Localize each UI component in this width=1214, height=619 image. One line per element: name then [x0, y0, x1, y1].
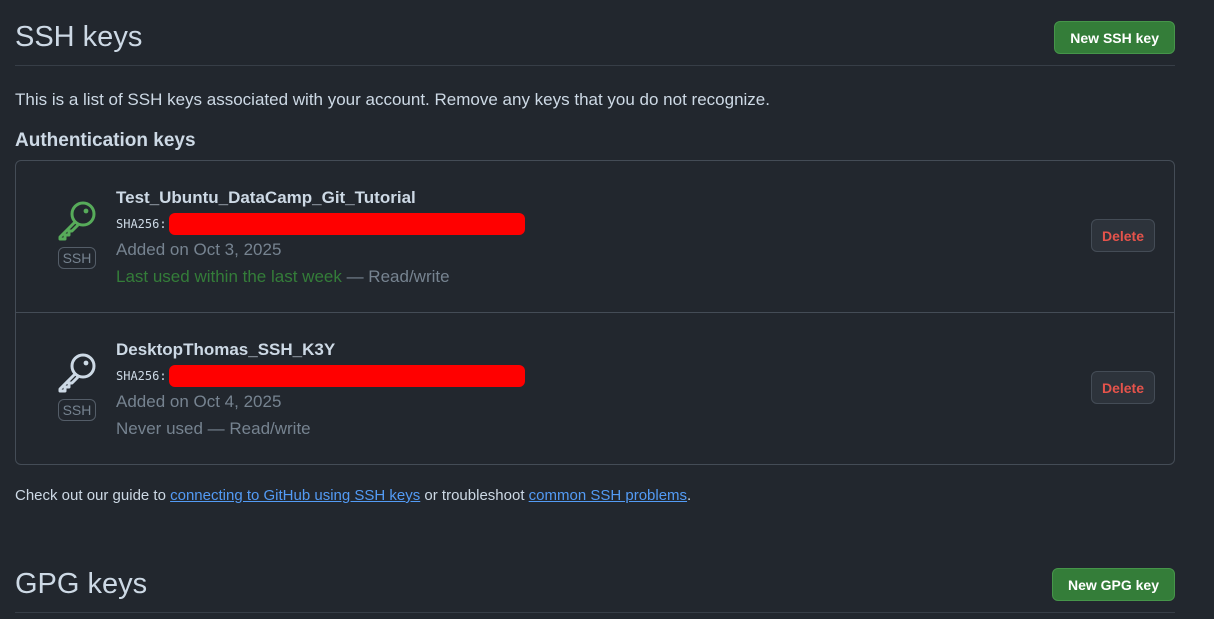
- new-ssh-key-button[interactable]: New SSH key: [1054, 21, 1175, 54]
- key-icon-column: SSH: [54, 351, 100, 421]
- key-title: DesktopThomas_SSH_K3Y: [116, 340, 336, 359]
- key-icon: [56, 351, 98, 393]
- key-last-used: Last used within the last week: [116, 267, 342, 286]
- key-added-date: Added on Oct 3, 2025: [116, 240, 282, 259]
- fingerprint-redaction: [168, 365, 525, 387]
- ssh-guide-text: Check out our guide to connecting to Git…: [15, 487, 691, 504]
- fingerprint-label: SHA256:: [116, 369, 167, 383]
- ssh-key-item: SSH DesktopThomas_SSH_K3Y SHA256: Added …: [16, 312, 1174, 464]
- delete-key-button[interactable]: Delete: [1091, 371, 1155, 404]
- delete-key-button[interactable]: Delete: [1091, 219, 1155, 252]
- key-added-date: Added on Oct 4, 2025: [116, 392, 282, 411]
- ssh-troubleshoot-link[interactable]: common SSH problems: [529, 487, 687, 504]
- ssh-key-list: SSH Test_Ubuntu_DataCamp_Git_Tutorial SH…: [15, 160, 1175, 465]
- key-info: DesktopThomas_SSH_K3Y SHA256: Added on O…: [116, 339, 525, 440]
- key-usage: Never used — Read/write: [116, 418, 525, 440]
- key-access: Never used — Read/write: [116, 419, 311, 438]
- gpg-keys-header: GPG keys New GPG key: [15, 557, 1175, 613]
- key-usage: Last used within the last week — Read/wr…: [116, 266, 525, 288]
- key-icon-column: SSH: [54, 199, 100, 269]
- gpg-keys-title: GPG keys: [15, 568, 148, 600]
- ssh-keys-title: SSH keys: [15, 21, 143, 53]
- guide-suffix: .: [687, 487, 692, 504]
- key-fingerprint: SHA256:: [116, 365, 525, 387]
- fingerprint-redaction: [168, 213, 525, 235]
- ssh-keys-header: SSH keys New SSH key: [15, 10, 1175, 66]
- key-icon: [56, 199, 98, 241]
- guide-prefix: Check out our guide to: [15, 487, 171, 504]
- key-title: Test_Ubuntu_DataCamp_Git_Tutorial: [116, 188, 416, 207]
- ssh-guide-link[interactable]: connecting to GitHub using SSH keys: [170, 487, 420, 504]
- ssh-key-item: SSH Test_Ubuntu_DataCamp_Git_Tutorial SH…: [16, 161, 1174, 312]
- key-info: Test_Ubuntu_DataCamp_Git_Tutorial SHA256…: [116, 187, 525, 288]
- ssh-badge: SSH: [57, 399, 97, 421]
- key-access: — Read/write: [341, 267, 450, 286]
- ssh-keys-intro: This is a list of SSH keys associated wi…: [15, 90, 770, 109]
- ssh-badge: SSH: [57, 247, 97, 269]
- authentication-keys-heading: Authentication keys: [15, 130, 196, 151]
- key-fingerprint: SHA256:: [116, 213, 525, 235]
- fingerprint-label: SHA256:: [116, 217, 167, 231]
- guide-middle: or troubleshoot: [420, 487, 529, 504]
- new-gpg-key-button[interactable]: New GPG key: [1051, 568, 1175, 601]
